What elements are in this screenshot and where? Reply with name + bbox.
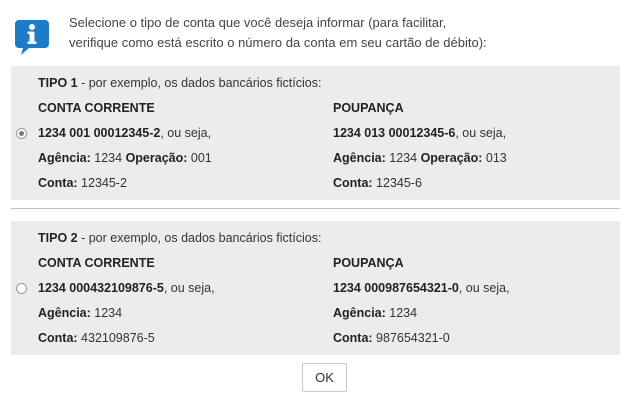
tipo-1-corrente-conta-line: Conta: 12345-2 (38, 176, 127, 190)
intro-line-2: verifique como está escrito o número da … (69, 35, 487, 50)
tipo-1-poupanca-agencia-line: Agência: 1234 Operação: 013 (333, 151, 507, 165)
tipo-1-label: TIPO 1 (38, 76, 78, 90)
ok-button[interactable]: OK (302, 363, 347, 392)
tipo-2-corrente-agencia-line: Agência: 1234 (38, 306, 122, 320)
tipo-1-corrente-number: 1234 001 00012345-2 (38, 126, 161, 140)
tipo-1-poupanca-number-line: 1234 013 00012345-6, ou seja, (333, 126, 506, 140)
conta-value: 432109876-5 (77, 331, 155, 345)
tipo-1-heading: TIPO 1 - por exemplo, os dados bancários… (38, 76, 321, 90)
tipo-2-poupanca-number: 1234 000987654321-0 (333, 281, 459, 295)
agencia-label: Agência: (38, 151, 91, 165)
conta-label: Conta: (38, 176, 78, 190)
conta-value: 12345-6 (372, 176, 422, 190)
tipo-2-corrente-title: CONTA CORRENTE (38, 256, 155, 270)
tipo-2-poupanca-agencia-line: Agência: 1234 (333, 306, 417, 320)
tipo-2-poupanca-number-line: 1234 000987654321-0, ou seja, (333, 281, 510, 295)
tipo-2-radio[interactable] (16, 283, 27, 294)
divider (11, 208, 620, 209)
conta-value: 987654321-0 (372, 331, 450, 345)
tipo-2-description: - por exemplo, os dados bancários fictíc… (77, 231, 322, 245)
operacao-value: 013 (482, 151, 507, 165)
tipo-1-poupanca-suffix: , ou seja, (455, 126, 507, 140)
tipo-2-corrente-suffix: , ou seja, (163, 281, 215, 295)
tipo-1-poupanca-title: POUPANÇA (333, 101, 404, 115)
agencia-value: 1234 (385, 306, 418, 320)
header: Selecione o tipo de conta que você desej… (0, 0, 632, 64)
tipo-1-radio[interactable] (16, 128, 27, 139)
tipo-2-poupanca-conta-line: Conta: 987654321-0 (333, 331, 450, 345)
intro-line-1: Selecione o tipo de conta que você desej… (69, 15, 447, 30)
conta-label: Conta: (333, 331, 373, 345)
tipo-2-corrente-number: 1234 000432109876-5 (38, 281, 164, 295)
conta-value: 12345-2 (77, 176, 127, 190)
tipo-2-label: TIPO 2 (38, 231, 78, 245)
operacao-label: Operação: (125, 151, 188, 165)
tipo-2-panel[interactable]: TIPO 2 - por exemplo, os dados bancários… (11, 221, 620, 355)
agencia-label: Agência: (333, 306, 386, 320)
conta-label: Conta: (38, 331, 78, 345)
agencia-label: Agência: (38, 306, 91, 320)
tipo-2-heading: TIPO 2 - por exemplo, os dados bancários… (38, 231, 321, 245)
agencia-label: Agência: (333, 151, 386, 165)
tipo-1-corrente-number-line: 1234 001 00012345-2, ou seja, (38, 126, 211, 140)
tipo-2-corrente-conta-line: Conta: 432109876-5 (38, 331, 155, 345)
tipo-1-corrente-agencia-line: Agência: 1234 Operação: 001 (38, 151, 212, 165)
conta-label: Conta: (333, 176, 373, 190)
tipo-1-poupanca-number: 1234 013 00012345-6 (333, 126, 456, 140)
info-icon (15, 20, 49, 55)
tipo-1-poupanca-conta-line: Conta: 12345-6 (333, 176, 422, 190)
operacao-value: 001 (187, 151, 212, 165)
tipo-1-corrente-suffix: , ou seja, (160, 126, 212, 140)
intro-text: Selecione o tipo de conta que você desej… (69, 13, 609, 53)
operacao-label: Operação: (420, 151, 483, 165)
tipo-2-poupanca-title: POUPANÇA (333, 256, 404, 270)
tipo-1-panel[interactable]: TIPO 1 - por exemplo, os dados bancários… (11, 66, 620, 200)
tipo-1-description: - por exemplo, os dados bancários fictíc… (77, 76, 322, 90)
tipo-2-corrente-number-line: 1234 000432109876-5, ou seja, (38, 281, 215, 295)
agencia-value: 1234 (385, 151, 421, 165)
agencia-value: 1234 (90, 151, 126, 165)
tipo-1-corrente-title: CONTA CORRENTE (38, 101, 155, 115)
agencia-value: 1234 (90, 306, 123, 320)
tipo-2-poupanca-suffix: , ou seja, (458, 281, 510, 295)
